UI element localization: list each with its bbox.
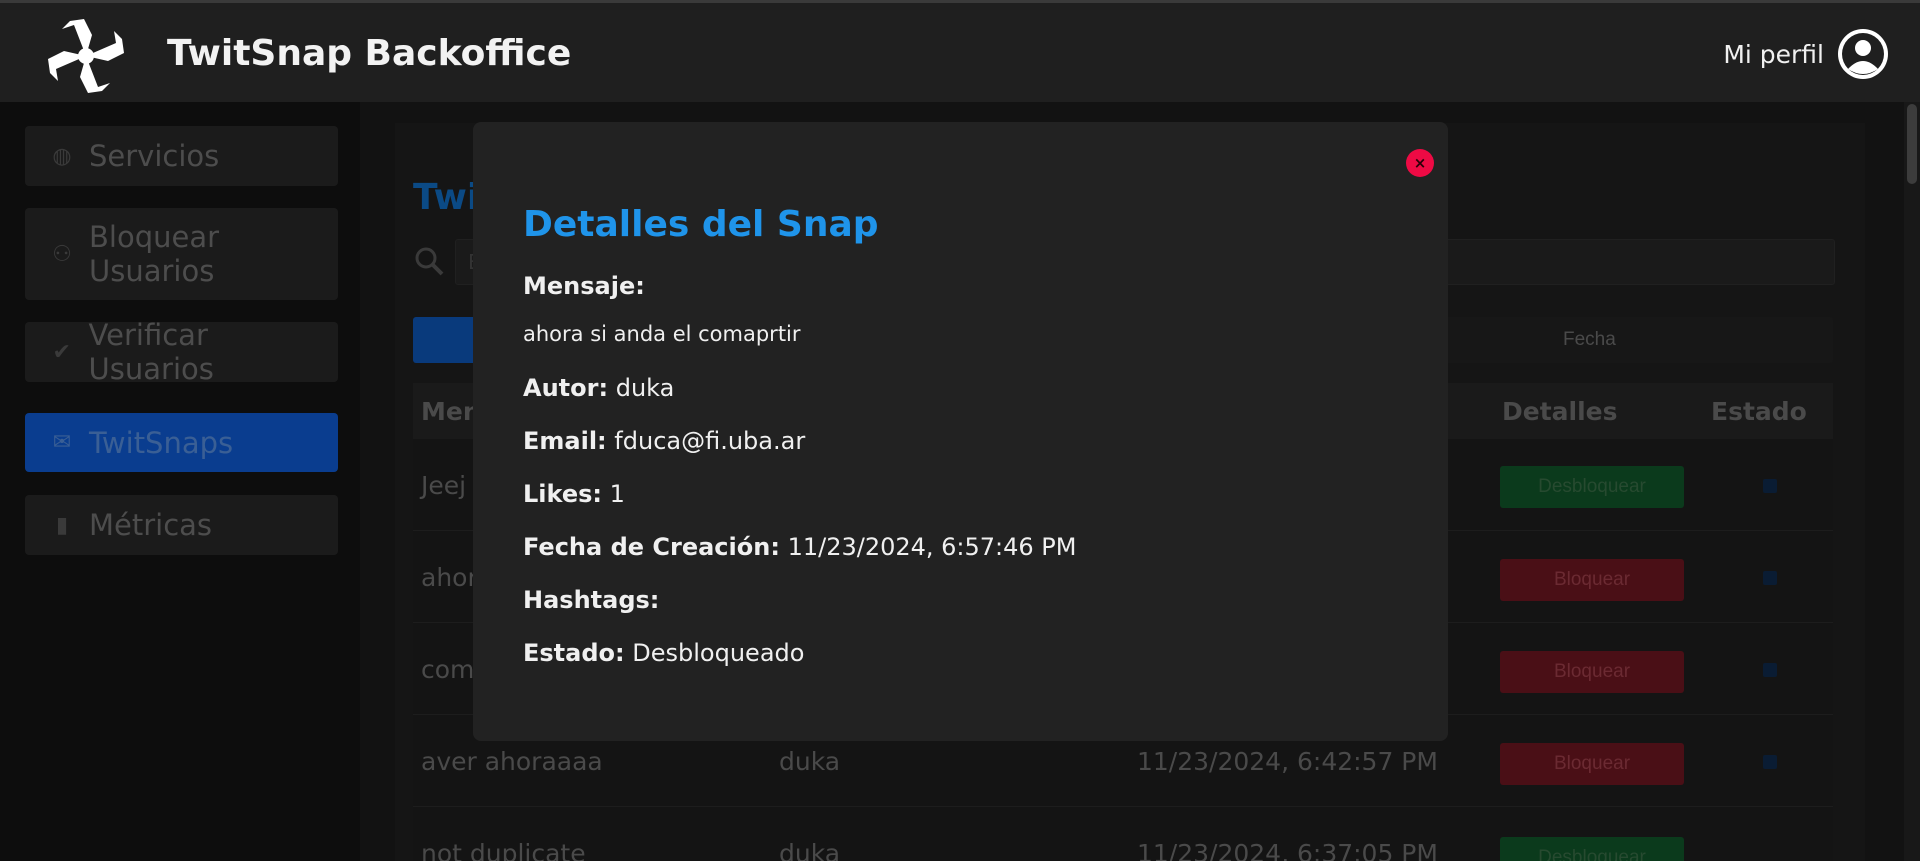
unblock-button[interactable]: Desbloquear — [1500, 466, 1684, 508]
user-avatar-icon[interactable] — [1836, 27, 1890, 81]
email-label: Email: — [523, 427, 607, 455]
unblock-button[interactable]: Desbloquear — [1500, 837, 1684, 861]
cell-mensaje: aver ahoraaaa — [421, 747, 603, 776]
email-field: Email: fduca@fi.uba.ar — [523, 427, 805, 455]
fecha-field: Fecha de Creación: 11/23/2024, 6:57:46 P… — [523, 533, 1076, 561]
scrollbar-thumb[interactable] — [1907, 104, 1917, 184]
sidebar-item-metricas[interactable]: ▮ Métricas — [25, 495, 338, 555]
autor-label: Autor: — [523, 374, 609, 402]
status-indicator — [1763, 571, 1777, 585]
top-header: TwitSnap Backoffice Mi perfil — [0, 0, 1920, 102]
sidebar-item-label: TwitSnaps — [89, 425, 234, 460]
search-icon — [415, 247, 444, 276]
close-button[interactable]: × — [1406, 149, 1434, 177]
bar-chart-icon: ▮ — [55, 512, 69, 538]
sidebar-item-label: Bloquear Usuarios — [89, 220, 220, 288]
user-block-icon: ⚇ — [52, 241, 72, 267]
table-row: not duplicate duka 11/23/2024, 6:37:05 P… — [413, 807, 1833, 861]
fecha-label: Fecha de Creación: — [523, 533, 780, 561]
mensaje-value: ahora si anda el comaprtir — [523, 322, 801, 346]
autor-value: duka — [615, 374, 675, 402]
sidebar-item-label: Métricas — [89, 508, 213, 542]
mensaje-field: Mensaje: — [523, 272, 645, 300]
mensaje-label: Mensaje: — [523, 272, 645, 300]
verified-icon: ✔ — [52, 339, 71, 365]
hashtags-field: Hashtags: — [523, 586, 659, 614]
sidebar-item-bloquear-usuarios[interactable]: ⚇ Bloquear Usuarios — [25, 208, 338, 300]
block-button[interactable]: Bloquear — [1500, 743, 1684, 785]
hashtags-label: Hashtags: — [523, 586, 660, 614]
cell-autor: duka — [779, 839, 841, 861]
page-title: Twi — [413, 177, 480, 218]
sidebar-item-label: Verificar Usuarios — [88, 318, 214, 386]
estado-value: Desbloqueado — [632, 639, 805, 667]
globe-icon: ◍ — [52, 143, 72, 169]
sidebar-item-twitsnaps[interactable]: ✉ TwitSnaps — [25, 413, 338, 472]
status-indicator — [1763, 479, 1777, 493]
envelope-icon: ✉ — [52, 430, 72, 455]
sidebar-item-label: Servicios — [89, 139, 220, 173]
sidebar: ◍ Servicios ⚇ Bloquear Usuarios ✔ Verifi… — [0, 102, 360, 861]
fecha-value: 11/23/2024, 6:57:46 PM — [787, 533, 1077, 561]
column-estado: Estado — [1711, 397, 1807, 426]
filter-fecha[interactable]: Fecha — [1563, 329, 1616, 351]
column-mensaje: Men — [421, 397, 481, 426]
cell-mensaje: Jeej — [421, 471, 467, 500]
profile-menu[interactable]: Mi perfil — [1723, 27, 1890, 81]
cell-fecha: 11/23/2024, 6:42:57 PM — [1137, 747, 1438, 776]
cell-mensaje: ahor — [421, 563, 478, 592]
modal-title: Detalles del Snap — [523, 204, 879, 245]
cell-fecha: 11/23/2024, 6:37:05 PM — [1137, 839, 1438, 861]
likes-label: Likes: — [523, 480, 602, 508]
cell-autor: duka — [779, 747, 841, 776]
app-title: TwitSnap Backoffice — [167, 33, 572, 74]
likes-field: Likes: 1 — [523, 480, 625, 508]
email-value: fduca@fi.uba.ar — [614, 427, 806, 455]
autor-field: Autor: duka — [523, 374, 674, 402]
estado-label: Estado: — [523, 639, 625, 667]
column-detalles: Detalles — [1502, 397, 1618, 426]
sidebar-item-verificar-usuarios[interactable]: ✔ Verificar Usuarios — [25, 318, 338, 386]
app-logo-icon[interactable] — [44, 15, 128, 97]
profile-label[interactable]: Mi perfil — [1723, 40, 1824, 69]
estado-field: Estado: Desbloqueado — [523, 639, 804, 667]
likes-value: 1 — [609, 480, 625, 508]
snap-details-modal: × Detalles del Snap Mensaje: ahora si an… — [473, 122, 1448, 741]
block-button[interactable]: Bloquear — [1500, 559, 1684, 601]
block-button[interactable]: Bloquear — [1500, 651, 1684, 693]
sidebar-item-servicios[interactable]: ◍ Servicios — [25, 126, 338, 186]
status-indicator — [1763, 755, 1777, 769]
cell-mensaje: com — [421, 655, 475, 684]
page-scrollbar[interactable] — [1904, 102, 1920, 861]
cell-mensaje: not duplicate — [421, 839, 586, 861]
status-indicator — [1763, 663, 1777, 677]
